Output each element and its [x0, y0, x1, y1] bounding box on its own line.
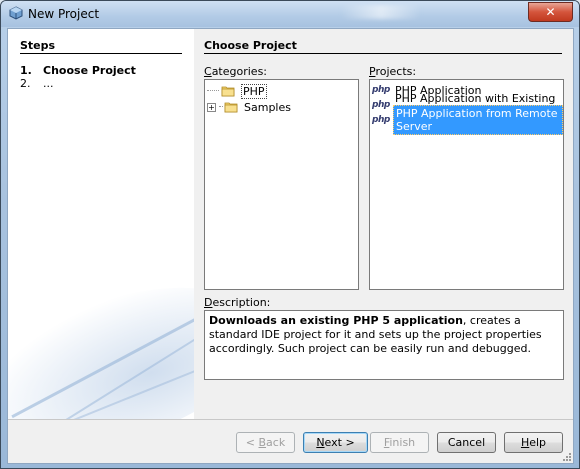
categories-tree[interactable]: PHP + Samples: [204, 79, 359, 290]
description-label: Description:: [204, 296, 271, 309]
list-item-php-remote-server[interactable]: php PHP Application from Remote Server: [372, 105, 563, 135]
back-button-label: < Back: [245, 436, 286, 449]
php-icon: php: [372, 115, 390, 125]
projects-label: Projects:: [369, 65, 417, 78]
description-box: Downloads an existing PHP 5 application,…: [204, 310, 564, 380]
dialog-client-area: Steps 1. Choose Project 2.... Choose Proj…: [7, 28, 574, 464]
title-bar[interactable]: New Project ✕: [1, 1, 579, 27]
step-item-choose-project: 1. Choose Project: [20, 64, 136, 77]
footer-separator: [8, 419, 573, 420]
folder-icon: [221, 86, 235, 97]
projects-list[interactable]: php PHP Application php PHP Application …: [369, 79, 564, 290]
close-button[interactable]: ✕: [528, 2, 573, 22]
cancel-button-label: Cancel: [447, 436, 486, 449]
back-button[interactable]: < Back: [236, 432, 295, 453]
step-label: ...: [43, 77, 54, 90]
php-icon: php: [372, 85, 390, 95]
window-title: New Project: [28, 7, 100, 21]
resize-grip-icon[interactable]: [562, 452, 572, 462]
description-text: Downloads an existing PHP 5 application,…: [209, 314, 559, 356]
help-button[interactable]: Help: [504, 432, 563, 453]
help-button-label: Help: [520, 436, 547, 449]
title-separator: [204, 53, 562, 54]
tree-item-label: Samples: [244, 100, 291, 114]
dialog-window: New Project ✕ Steps 1. Choose Project 2..…: [0, 0, 580, 469]
tree-item-samples[interactable]: + Samples: [207, 99, 291, 115]
netbeans-cube-icon: [9, 6, 23, 20]
close-icon: ✕: [545, 5, 556, 19]
expand-plus-icon[interactable]: +: [207, 102, 216, 112]
php-icon: php: [372, 100, 390, 110]
tree-connector: [207, 90, 219, 92]
tree-item-php[interactable]: PHP: [207, 83, 267, 99]
projects-label-rest: rojects:: [375, 65, 417, 78]
steps-heading: Steps: [20, 39, 56, 52]
steps-separator: [20, 53, 182, 54]
list-item-label: PHP Application from Remote Server: [393, 105, 563, 135]
next-button-label: Next >: [316, 436, 355, 449]
finish-button-label: Finish: [383, 436, 416, 449]
description-label-rest: escription:: [212, 296, 271, 309]
step-number: 1.: [20, 64, 32, 77]
categories-label-rest: ategories:: [211, 65, 268, 78]
finish-button[interactable]: Finish: [370, 432, 429, 453]
page-title: Choose Project: [204, 39, 297, 52]
step-number: 2.: [20, 77, 31, 90]
next-button[interactable]: Next >: [303, 432, 368, 453]
steps-panel: Steps 1. Choose Project 2....: [8, 29, 194, 419]
folder-icon: [224, 102, 238, 113]
tree-item-label: PHP: [241, 83, 267, 99]
step-label: Choose Project: [43, 64, 136, 77]
step-item-next: 2....: [20, 77, 54, 90]
title-glare: [341, 5, 421, 19]
categories-label: Categories:: [204, 65, 268, 78]
cancel-button[interactable]: Cancel: [437, 432, 496, 453]
description-bold: Downloads an existing PHP 5 application: [209, 314, 463, 327]
